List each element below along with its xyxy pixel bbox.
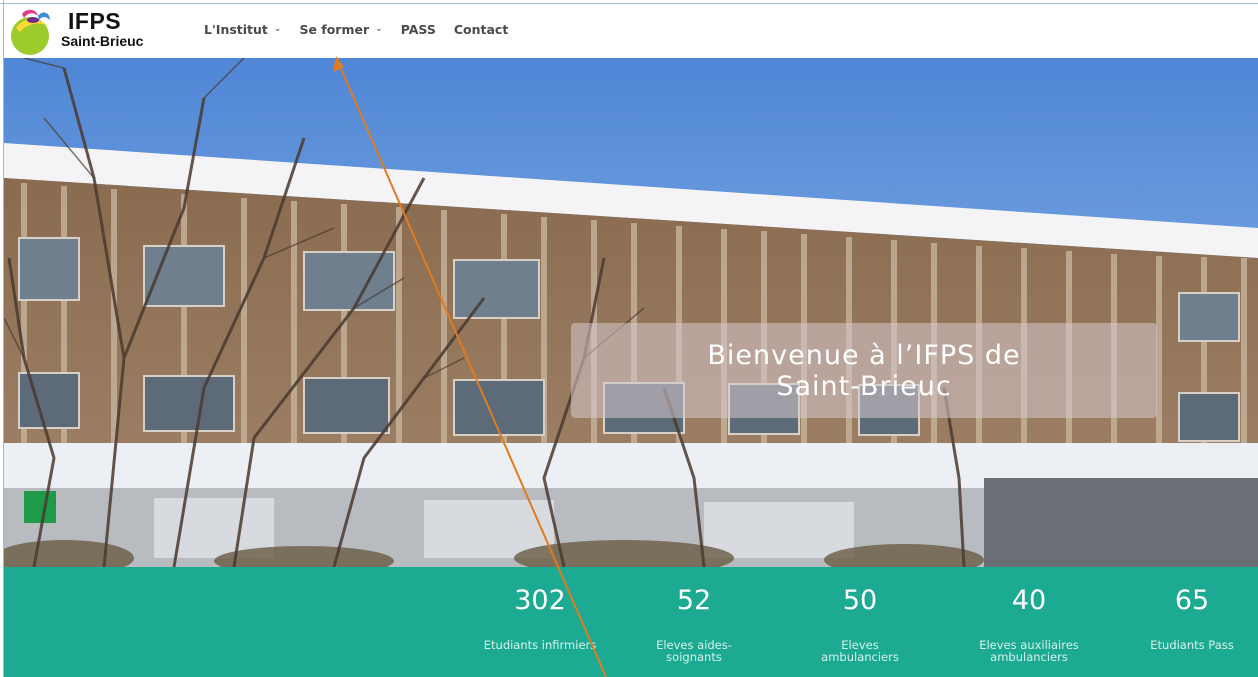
welcome-banner: Bienvenue à l’IFPS de Saint-Brieuc — [571, 323, 1157, 418]
nav-item-label: L'Institut — [204, 22, 268, 37]
brand-title: IFPS — [68, 8, 122, 34]
nav-item-label: Contact — [453, 22, 509, 37]
stat-label: Eleves auxiliaires ambulanciers — [979, 638, 1079, 664]
site-logo[interactable]: IFPS Saint-Brieuc — [8, 6, 148, 56]
stat-pass: 65 Etudiants Pass — [1122, 567, 1258, 652]
welcome-line-2: Saint-Brieuc — [776, 370, 952, 402]
site-header: IFPS Saint-Brieuc L'Institut ⌄ Se former… — [0, 4, 1258, 58]
nav-item-institut[interactable]: L'Institut ⌄ — [204, 22, 281, 37]
hero-building-image — [4, 58, 1258, 567]
nav-item-contact[interactable]: Contact — [454, 22, 508, 37]
stat-label: Etudiants Pass — [1150, 638, 1234, 652]
main-nav: L'Institut ⌄ Se former ⌄ PASS Contact — [204, 22, 526, 37]
stat-value: 302 — [514, 585, 566, 616]
nav-item-se-former[interactable]: Se former ⌄ — [299, 22, 382, 37]
chevron-down-icon: ⌄ — [273, 23, 282, 34]
welcome-line-1: Bienvenue à l’IFPS de — [707, 339, 1021, 371]
stats-band: 302 Etudiants infirmiers 52 Eleves aides… — [4, 567, 1258, 677]
nav-item-label: PASS — [400, 22, 436, 37]
nav-item-pass[interactable]: PASS — [401, 22, 436, 37]
brand-subtitle: Saint-Brieuc — [61, 33, 144, 49]
stat-aides-soignants: 52 Eleves aides-soignants — [624, 567, 764, 664]
stat-value: 65 — [1174, 585, 1210, 616]
stat-value: 40 — [1011, 585, 1047, 616]
nav-item-label: Se former — [299, 22, 370, 37]
stat-label: Eleves aides-soignants — [656, 638, 732, 664]
logo-mark-icon — [11, 7, 50, 55]
stat-ambulanciers: 50 Eleves ambulanciers — [790, 567, 930, 664]
stat-infirmiers: 302 Etudiants infirmiers — [470, 567, 610, 652]
stat-value: 52 — [676, 585, 712, 616]
stat-value: 50 — [842, 585, 878, 616]
chevron-down-icon: ⌄ — [375, 23, 383, 34]
stat-auxiliaires-ambulanciers: 40 Eleves auxiliaires ambulanciers — [959, 567, 1099, 664]
left-border — [3, 0, 4, 677]
hero-banner: Bienvenue à l’IFPS de Saint-Brieuc — [4, 58, 1258, 567]
stat-label: Eleves ambulanciers — [821, 638, 899, 664]
welcome-heading: Bienvenue à l’IFPS de Saint-Brieuc — [707, 340, 1020, 402]
stat-label: Etudiants infirmiers — [483, 638, 597, 652]
